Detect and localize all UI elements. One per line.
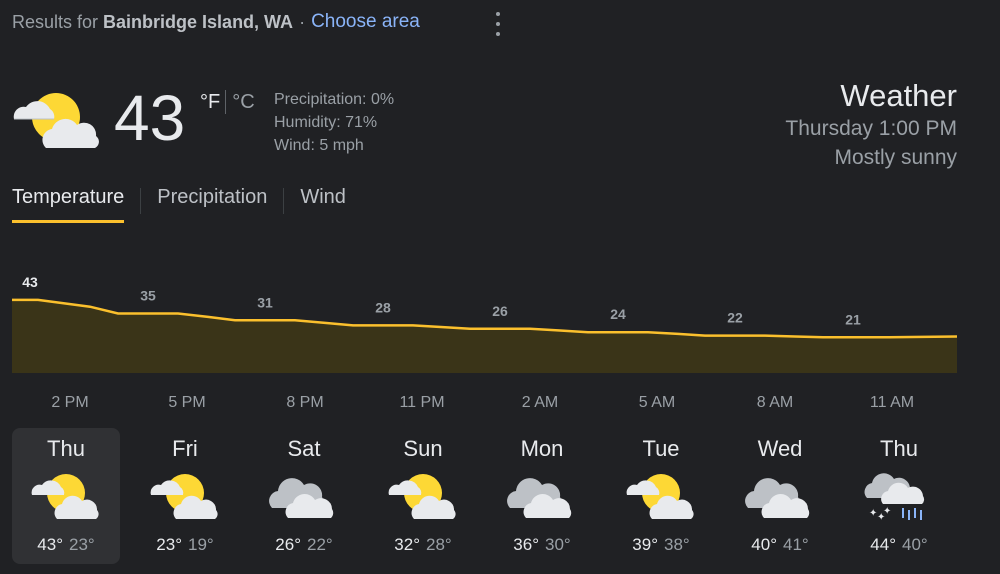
day-temps: 43° 23° — [12, 535, 120, 555]
chart-value-label: 26 — [492, 303, 508, 319]
day-card-sun[interactable]: Sun 32° 28° — [369, 428, 477, 564]
day-temps: 36° 30° — [488, 535, 596, 555]
current-temperature: 43 — [114, 82, 186, 154]
partly-sunny-icon — [625, 470, 697, 522]
unit-switcher: °F °C — [200, 90, 255, 114]
high-temp: 44° — [870, 535, 896, 554]
low-temp: 28° — [426, 535, 452, 554]
summary-condition: Mostly sunny — [834, 146, 957, 169]
location-name: Bainbridge Island, WA — [103, 11, 294, 32]
celsius-unit[interactable]: °C — [232, 91, 254, 114]
day-name: Wed — [757, 436, 803, 461]
separator-dot: · — [299, 11, 306, 32]
low-temp: 19° — [188, 535, 214, 554]
chart-x-tick-label: 5 PM — [168, 394, 205, 411]
tab-precipitation[interactable]: Precipitation — [157, 186, 267, 223]
unit-divider — [225, 90, 227, 114]
high-temp: 36° — [513, 535, 539, 554]
low-temp: 38° — [664, 535, 690, 554]
cloudy-icon — [268, 470, 340, 522]
day-name: Sat — [287, 436, 321, 461]
low-temp: 40° — [902, 535, 928, 554]
chart-value-label: 35 — [140, 288, 156, 304]
day-temps: 39° 38° — [607, 535, 715, 555]
chart-value-label: 31 — [257, 294, 273, 310]
chart-x-tick-label: 5 AM — [639, 394, 675, 411]
partly-sunny-icon — [387, 470, 459, 522]
chart-x-tick-label: 11 AM — [870, 394, 914, 411]
high-temp: 26° — [275, 535, 301, 554]
day-card-thu[interactable]: Thu 43° 23° — [12, 428, 120, 564]
chart-value-label: 24 — [610, 306, 626, 322]
weather-details: Precipitation: 0% Humidity: 71% Wind: 5 … — [274, 88, 394, 157]
day-card-sat[interactable]: Sat 26° 22° — [250, 428, 358, 564]
chart-x-tick-label: 2 AM — [522, 394, 558, 411]
high-temp: 23° — [156, 535, 182, 554]
results-for-label: Results for — [12, 11, 99, 32]
high-temp: 43° — [37, 535, 63, 554]
svg-text:✦: ✦ — [883, 506, 891, 517]
chart-x-tick-label: 8 PM — [286, 394, 323, 411]
day-name: Tue — [642, 436, 680, 461]
chart-value-label: 28 — [375, 299, 391, 315]
chart-x-tick-label: 11 PM — [399, 394, 444, 411]
partly-sunny-icon — [13, 93, 99, 148]
high-temp: 39° — [632, 535, 658, 554]
chart-value-label: 21 — [845, 311, 861, 327]
day-card-wed[interactable]: Wed 40° 41° — [726, 428, 834, 564]
chart-x-tick-label: 8 AM — [757, 394, 793, 411]
day-card-fri[interactable]: Fri 23° 19° — [131, 428, 239, 564]
fahrenheit-unit[interactable]: °F — [200, 91, 220, 114]
humidity-detail: Humidity: 71% — [274, 114, 378, 131]
day-name: Thu — [880, 436, 918, 461]
cloudy-icon — [744, 470, 816, 522]
day-name: Mon — [520, 436, 564, 461]
day-name: Sun — [403, 436, 443, 461]
weather-title: Weather — [840, 78, 957, 113]
day-temps: 44° 40° — [845, 535, 953, 555]
partly-sunny-icon — [30, 470, 102, 522]
more-options-icon[interactable] — [488, 12, 508, 36]
cloudy-icon — [506, 470, 578, 522]
tab-divider — [140, 188, 142, 214]
low-temp: 41° — [783, 535, 809, 554]
daily-forecast: Thu 43° 23° Fri 23° 19° Sat 26° 22° Sun 32° 28° Mon 3… — [12, 428, 952, 564]
day-temps: 40° 41° — [726, 535, 834, 555]
day-temps: 32° 28° — [369, 535, 477, 555]
chart-value-label: 22 — [727, 310, 743, 326]
choose-area-link[interactable]: Choose area — [311, 11, 420, 33]
day-card-mon[interactable]: Mon 36° 30° — [488, 428, 596, 564]
rain-and-snow-icon: ✦ ✦ ✦ — [863, 470, 935, 523]
wind-detail: Wind: 5 mph — [274, 137, 364, 154]
tab-temperature[interactable]: Temperature — [12, 186, 125, 223]
low-temp: 23° — [69, 535, 95, 554]
temperature-chart: 43 35 31 28 26 24 22 21 2 PM 5 PM 8 PM 11 PM 2 AM 5 … — [12, 274, 958, 411]
day-card-thu[interactable]: Thu ✦ ✦ ✦ 44° 40° — [845, 428, 953, 564]
high-temp: 32° — [394, 535, 420, 554]
chart-tabs: Temperature Precipitation Wind — [12, 186, 346, 223]
tab-divider — [283, 188, 285, 214]
chart-value-label: 43 — [22, 274, 38, 290]
high-temp: 40° — [751, 535, 777, 554]
partly-sunny-icon — [149, 470, 221, 522]
low-temp: 22° — [307, 535, 333, 554]
day-name: Fri — [172, 436, 198, 461]
low-temp: 30° — [545, 535, 571, 554]
day-name: Thu — [47, 436, 85, 461]
weather-summary: Weather Thursday 1:00 PM Mostly sunny — [785, 78, 957, 172]
chart-x-tick-label: 2 PM — [51, 394, 88, 411]
day-temps: 26° 22° — [250, 535, 358, 555]
day-temps: 23° 19° — [131, 535, 239, 555]
tab-wind[interactable]: Wind — [300, 186, 346, 223]
precipitation-detail: Precipitation: 0% — [274, 91, 395, 108]
summary-time: Thursday 1:00 PM — [785, 117, 957, 140]
location-header: Results for Bainbridge Island, WA · Choo… — [12, 8, 420, 36]
day-card-tue[interactable]: Tue 39° 38° — [607, 428, 715, 564]
